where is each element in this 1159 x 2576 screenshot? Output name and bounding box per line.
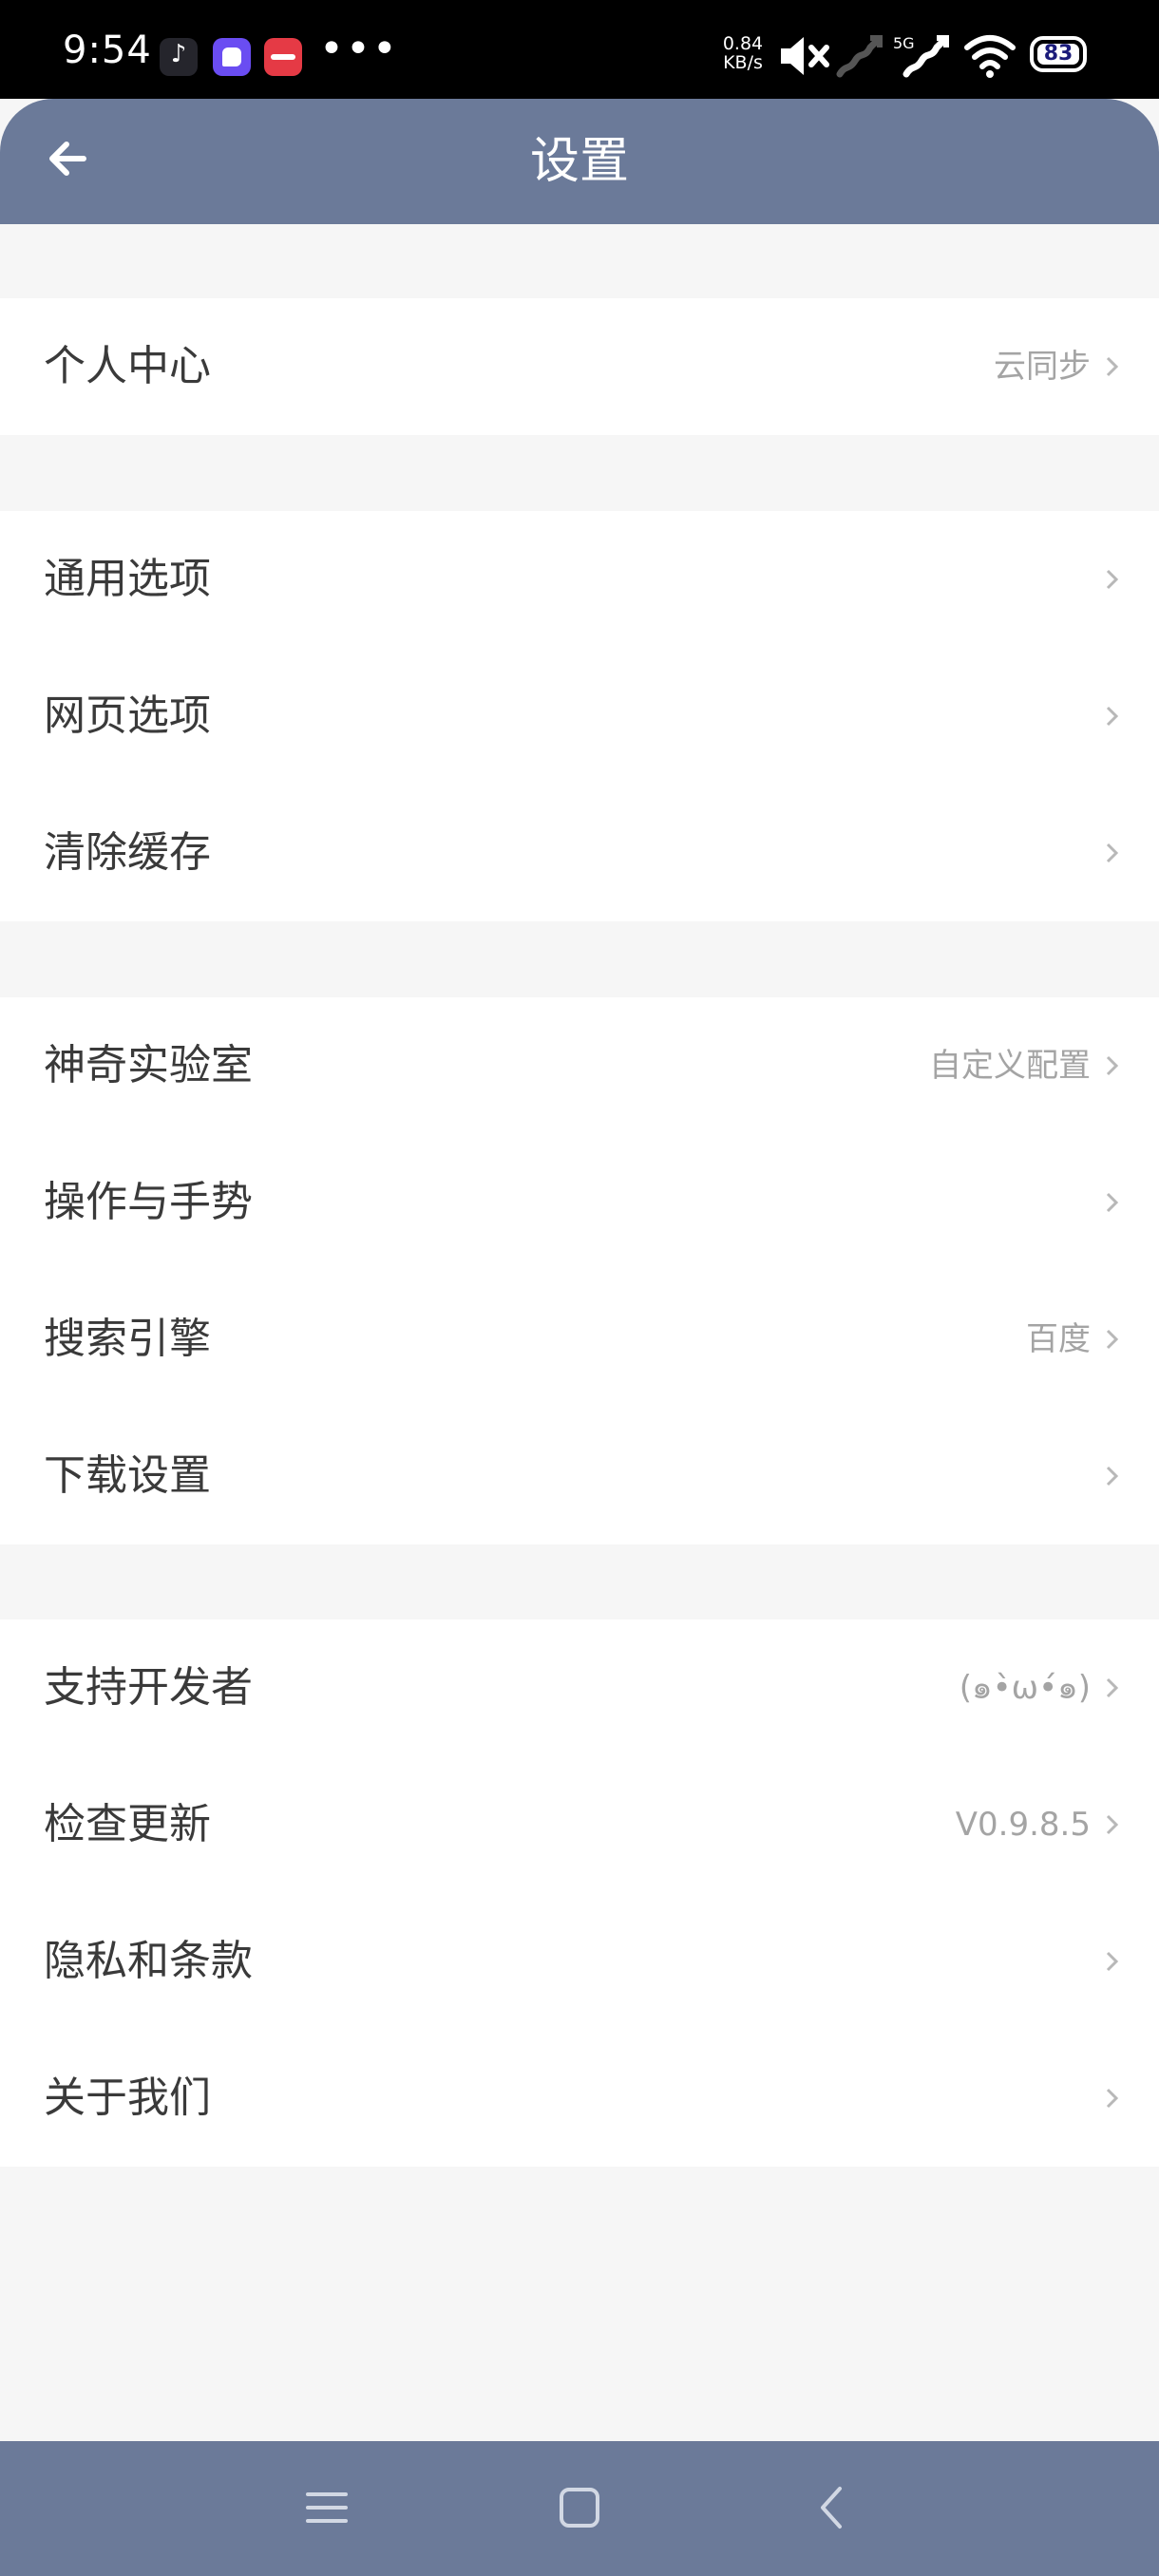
chevron-right-icon [1106, 1192, 1119, 1213]
chevron-right-icon [1106, 1329, 1119, 1350]
xiaohongshu-app-icon [264, 38, 302, 76]
settings-item-value: 自定义配置 [929, 1047, 1091, 1085]
settings-item-value: 百度 [1026, 1320, 1091, 1358]
more-notifications-icon: ••• [319, 25, 399, 73]
system-nav-bar [0, 2441, 1159, 2576]
chevron-right-icon [1106, 1951, 1119, 1972]
chevron-right-icon [1106, 1677, 1119, 1698]
chevron-right-icon [1106, 2088, 1119, 2109]
settings-item-search-engine[interactable]: 搜索引擎 百度 [0, 1271, 1159, 1408]
battery-icon: 83 [1030, 36, 1087, 72]
signal-sim2-icon [902, 35, 949, 78]
chevron-right-icon [1106, 569, 1119, 590]
settings-item-label: 个人中心 [44, 342, 211, 390]
settings-item-general-options[interactable]: 通用选项 [0, 511, 1159, 648]
settings-item-check-update[interactable]: 检查更新 V0.9.8.5 [0, 1756, 1159, 1893]
settings-item-clear-cache[interactable]: 清除缓存 [0, 785, 1159, 921]
settings-item-magic-lab[interactable]: 神奇实验室 自定义配置 [0, 997, 1159, 1134]
chat-app-icon [213, 38, 251, 76]
settings-item-label: 关于我们 [44, 2074, 211, 2122]
status-bar: 9:54 ••• 0.84 KB/s 5G [0, 0, 1159, 99]
page-title: 设置 [529, 133, 629, 190]
chevron-right-icon [1106, 1466, 1119, 1487]
settings-item-privacy-terms[interactable]: 隐私和条款 [0, 1893, 1159, 2030]
chevron-right-icon [1106, 843, 1119, 863]
settings-item-label: 检查更新 [44, 1800, 211, 1848]
settings-item-value: (๑•̀ω•́๑) [959, 1669, 1091, 1707]
chevron-right-icon [1106, 1055, 1119, 1076]
settings-group-advanced: 神奇实验室 自定义配置 操作与手势 搜索引擎 百度 下载设置 [0, 997, 1159, 1544]
settings-item-value: V0.9.8.5 [955, 1806, 1091, 1844]
chevron-right-icon [1106, 1814, 1119, 1835]
settings-item-about-us[interactable]: 关于我们 [0, 2030, 1159, 2167]
settings-item-label: 搜索引擎 [44, 1315, 211, 1363]
settings-group-account: 个人中心 云同步 [0, 298, 1159, 435]
home-button[interactable] [551, 2479, 608, 2536]
signal-sim1-icon [836, 35, 883, 78]
network-speed-value: 0.84 [722, 33, 764, 54]
settings-item-gestures[interactable]: 操作与手势 [0, 1134, 1159, 1271]
settings-item-download-settings[interactable]: 下载设置 [0, 1408, 1159, 1544]
settings-item-label: 神奇实验室 [44, 1041, 253, 1089]
chevron-right-icon [1106, 356, 1119, 377]
settings-item-value: 云同步 [994, 348, 1091, 386]
chevron-left-icon [821, 2487, 842, 2529]
chevron-right-icon [1106, 706, 1119, 727]
recents-button[interactable] [298, 2479, 355, 2536]
wifi-icon [964, 35, 1016, 78]
battery-level: 83 [1043, 42, 1074, 66]
menu-icon [306, 2492, 348, 2523]
settings-item-personal-center[interactable]: 个人中心 云同步 [0, 298, 1159, 435]
home-square-icon [560, 2488, 599, 2528]
system-back-button[interactable] [804, 2479, 861, 2536]
status-time: 9:54 [63, 28, 152, 72]
settings-item-label: 通用选项 [44, 555, 211, 603]
settings-item-label: 隐私和条款 [44, 1937, 253, 1985]
settings-group-general: 通用选项 网页选项 清除缓存 [0, 511, 1159, 921]
settings-item-label: 网页选项 [44, 691, 211, 740]
settings-group-about: 支持开发者 (๑•̀ω•́๑) 检查更新 V0.9.8.5 隐私和条款 关于我们 [0, 1619, 1159, 2167]
settings-item-label: 操作与手势 [44, 1178, 253, 1226]
tiktok-app-icon [160, 38, 198, 76]
network-speed: 0.84 KB/s [718, 34, 768, 72]
settings-item-web-options[interactable]: 网页选项 [0, 648, 1159, 785]
mute-icon [781, 37, 829, 75]
settings-item-label: 支持开发者 [44, 1663, 253, 1712]
settings-item-support-developer[interactable]: 支持开发者 (๑•̀ω•́๑) [0, 1619, 1159, 1756]
settings-item-label: 清除缓存 [44, 828, 211, 877]
settings-screen: 9:54 ••• 0.84 KB/s 5G [0, 0, 1159, 2576]
settings-item-label: 下载设置 [44, 1451, 211, 1500]
network-speed-unit: KB/s [723, 52, 763, 73]
app-header: 设置 [0, 99, 1159, 224]
